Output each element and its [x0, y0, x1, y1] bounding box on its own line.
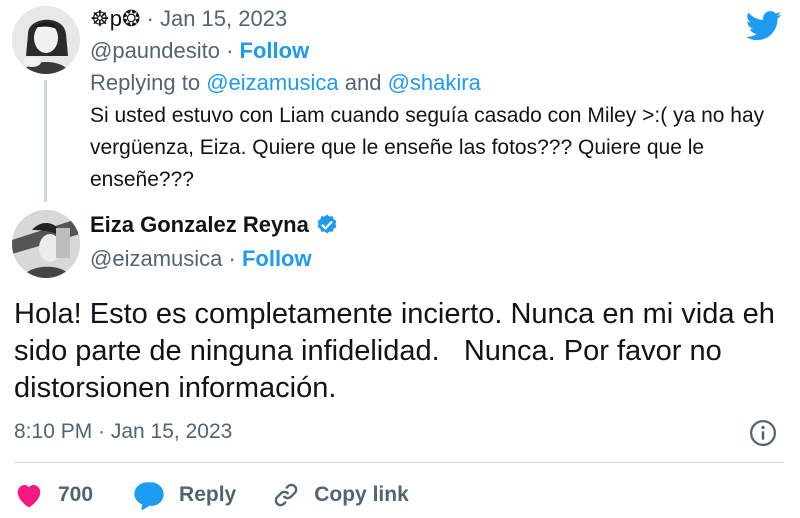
like-button[interactable]: 700: [14, 481, 93, 509]
main-handle-row: @eizamusica · Follow: [90, 246, 312, 271]
thread-line: [44, 80, 47, 202]
reply-handle-row: @paundesito · Follow: [90, 38, 310, 63]
reply-tweet-text: Si usted estuvo con Liam cuando seguía c…: [90, 104, 765, 191]
replying-to-line: Replying to @eizamusica and @shakira: [90, 70, 481, 96]
twitter-logo-icon[interactable]: [746, 10, 782, 42]
avatar[interactable]: [12, 210, 80, 278]
action-bar: 700 Reply Copy link: [14, 478, 409, 512]
replying-to-prefix: Replying to: [90, 70, 201, 95]
main-follow-button[interactable]: Follow: [242, 246, 312, 271]
like-count: 700: [58, 483, 94, 506]
mention-link-eizamusica[interactable]: @eizamusica: [206, 70, 338, 95]
main-author-row: Eiza Gonzalez Reyna: [90, 212, 339, 238]
divider: [14, 462, 784, 463]
reply-bubble-icon: [134, 482, 164, 510]
reply-author-row: ☸p❂ · Jan 15, 2023: [90, 6, 288, 31]
tweet-timestamp[interactable]: 8:10 PM · Jan 15, 2023: [14, 420, 232, 444]
main-display-name[interactable]: Eiza Gonzalez Reyna: [90, 212, 309, 238]
main-tweet-text: Hola! Esto es completamente incierto. Nu…: [14, 298, 783, 404]
reply-button[interactable]: Reply: [133, 480, 236, 510]
link-icon: [274, 483, 298, 507]
info-icon[interactable]: [748, 418, 778, 448]
replying-to-and: and: [344, 70, 382, 95]
copy-link-label: Copy link: [314, 483, 409, 506]
reply-display-name[interactable]: ☸p❂: [90, 6, 140, 31]
verified-badge-icon: [317, 214, 337, 234]
reply-label: Reply: [179, 483, 237, 506]
reply-follow-button[interactable]: Follow: [240, 38, 310, 63]
main-handle[interactable]: @eizamusica: [90, 246, 222, 271]
mention-link-shakira[interactable]: @shakira: [388, 70, 481, 95]
reply-date[interactable]: Jan 15, 2023: [160, 6, 287, 31]
avatar[interactable]: [12, 6, 80, 74]
heart-icon: [17, 485, 41, 508]
reply-handle[interactable]: @paundesito: [90, 38, 220, 63]
copy-link-button[interactable]: Copy link: [272, 481, 409, 509]
